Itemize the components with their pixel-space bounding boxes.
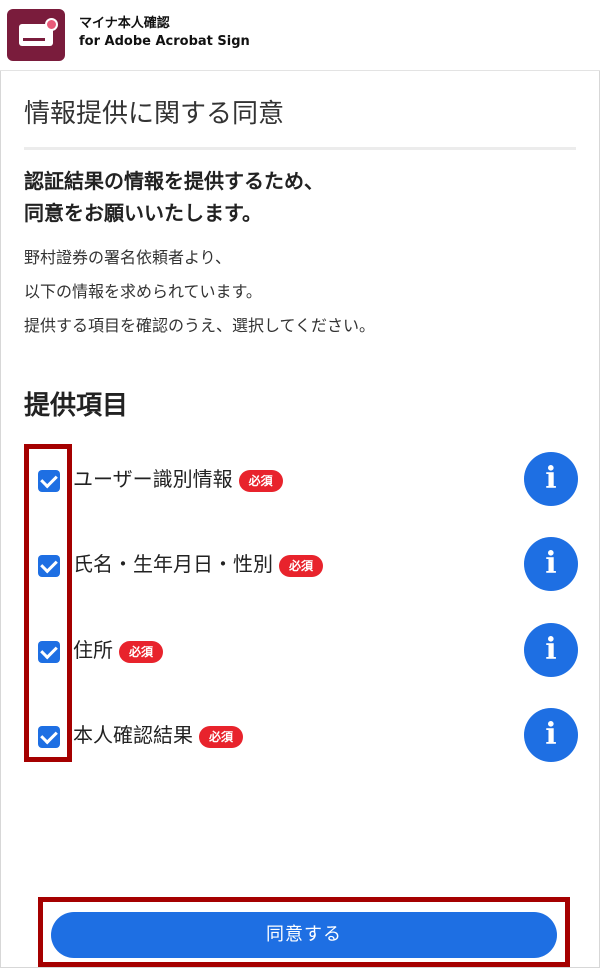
lead-text: 認証結果の情報を提供するため、 同意をお願いいたします。	[24, 165, 324, 229]
required-badge: 必須	[238, 469, 283, 492]
logo-dot	[45, 18, 58, 31]
desc-line1: 野村證券の署名依頼者より、	[24, 248, 232, 267]
app-header: マイナ本人確認 for Adobe Acrobat Sign	[0, 0, 600, 71]
list-item-name-birth-gender: 氏名・生年月日・性別 必須 i	[0, 537, 600, 605]
agree-button[interactable]: 同意する	[51, 912, 557, 958]
description: 野村證券の署名依頼者より、 以下の情報を求められています。 提供する項目を確認の…	[24, 241, 375, 343]
app-logo	[7, 9, 65, 61]
item-label: ユーザー識別情報	[73, 467, 233, 491]
list-item-user-id: ユーザー識別情報 必須 i	[0, 452, 600, 520]
list-item-address: 住所 必須 i	[0, 623, 600, 691]
app-title-line2: for Adobe Acrobat Sign	[79, 34, 250, 49]
checkbox-address[interactable]	[38, 641, 60, 663]
item-label: 氏名・生年月日・性別	[73, 552, 273, 576]
section-title: 提供項目	[24, 391, 129, 421]
lead-line2: 同意をお願いいたします。	[24, 201, 262, 225]
info-icon[interactable]: i	[524, 537, 578, 591]
app-title-line1: マイナ本人確認	[79, 16, 170, 31]
desc-line3: 提供する項目を確認のうえ、選択してください。	[24, 316, 376, 335]
item-label: 本人確認結果	[73, 723, 193, 747]
required-badge: 必須	[279, 554, 324, 577]
desc-line2: 以下の情報を求められています。	[24, 282, 262, 301]
title-divider	[24, 147, 576, 150]
checkbox-user-id[interactable]	[38, 470, 60, 492]
list-item-identity-result: 本人確認結果 必須 i	[0, 708, 600, 776]
info-icon[interactable]: i	[524, 708, 578, 762]
page-title: 情報提供に関する同意	[24, 99, 285, 129]
info-icon[interactable]: i	[524, 452, 578, 506]
checkbox-name-birth-gender[interactable]	[38, 555, 60, 577]
item-label: 住所	[73, 638, 113, 662]
required-badge: 必須	[119, 640, 164, 663]
lead-line1: 認証結果の情報を提供するため、	[24, 169, 324, 193]
info-icon[interactable]: i	[524, 623, 578, 677]
required-badge: 必須	[199, 725, 244, 748]
checkbox-identity-result[interactable]	[38, 726, 60, 748]
app-title: マイナ本人確認 for Adobe Acrobat Sign	[79, 15, 250, 51]
